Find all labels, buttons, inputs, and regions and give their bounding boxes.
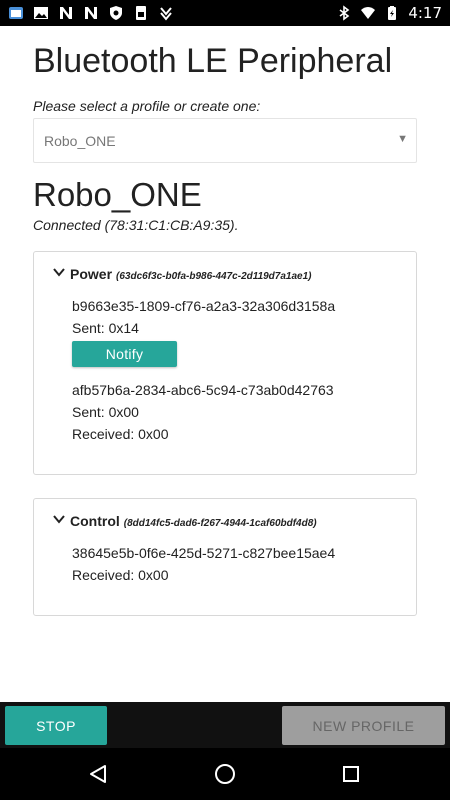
received-value: Received: 0x00 bbox=[72, 567, 169, 583]
status-bar: 4:17 bbox=[0, 0, 450, 26]
characteristic-uuid: afb57b6a-2834-abc6-5c94-c73ab0d42763 bbox=[72, 382, 334, 398]
new-profile-button[interactable]: NEW PROFILE bbox=[282, 706, 445, 745]
service-header-power[interactable]: Power (63dc6f3c-b0fa-b986-447c-2d119d7a1… bbox=[52, 265, 312, 282]
received-value: Received: 0x00 bbox=[72, 426, 169, 442]
clock: 4:17 bbox=[408, 4, 442, 22]
home-icon[interactable] bbox=[213, 762, 237, 786]
service-card-control: Control (8dd14fc5-dad6-f267-4944-1caf60b… bbox=[33, 498, 417, 616]
sent-value: Sent: 0x14 bbox=[72, 320, 139, 336]
service-uuid: (8dd14fc5-dad6-f267-4944-1caf60bdf4d8) bbox=[123, 518, 317, 529]
page-title: Bluetooth LE Peripheral bbox=[33, 42, 393, 80]
service-header-control[interactable]: Control (8dd14fc5-dad6-f267-4944-1caf60b… bbox=[52, 512, 317, 529]
wifi-icon bbox=[360, 5, 376, 21]
sent-value: Sent: 0x00 bbox=[72, 404, 139, 420]
connection-status: Connected (78:31:C1:CB:A9:35). bbox=[33, 217, 239, 233]
bluetooth-icon bbox=[336, 5, 352, 21]
characteristic: b9663e35-1809-cf76-a2a3-32a306d3158a Sen… bbox=[72, 295, 335, 367]
profile-dropdown[interactable]: Robo_ONE ▼ bbox=[33, 118, 417, 163]
characteristic: afb57b6a-2834-abc6-5c94-c73ab0d42763 Sen… bbox=[72, 379, 334, 445]
chevron-down-icon bbox=[52, 265, 66, 279]
chevron-down-icon bbox=[52, 512, 66, 526]
characteristic-uuid: b9663e35-1809-cf76-a2a3-32a306d3158a bbox=[72, 298, 336, 314]
service-name: Control bbox=[70, 513, 120, 529]
action-bar: STOP NEW PROFILE bbox=[0, 702, 450, 748]
device-name: Robo_ONE bbox=[33, 176, 202, 213]
n-icon bbox=[83, 5, 99, 21]
image-icon bbox=[33, 5, 49, 21]
navigation-bar bbox=[0, 748, 450, 800]
service-name: Power bbox=[70, 266, 113, 282]
n-icon bbox=[58, 5, 74, 21]
battery-icon bbox=[384, 5, 400, 21]
download-icon bbox=[158, 5, 174, 21]
notify-button[interactable]: Notify bbox=[72, 341, 177, 367]
shield-icon bbox=[108, 5, 124, 21]
back-icon[interactable] bbox=[86, 762, 110, 786]
recents-icon[interactable] bbox=[339, 762, 363, 786]
characteristic: 38645e5b-0f6e-425d-5271-c827bee15ae4 Rec… bbox=[72, 542, 335, 586]
app-notification-icon bbox=[8, 5, 24, 21]
dropdown-arrow-icon: ▼ bbox=[397, 133, 408, 145]
sim-icon bbox=[133, 5, 149, 21]
stop-button[interactable]: STOP bbox=[5, 706, 107, 745]
service-card-power: Power (63dc6f3c-b0fa-b986-447c-2d119d7a1… bbox=[33, 251, 417, 475]
profile-select-prompt: Please select a profile or create one: bbox=[33, 98, 261, 114]
service-uuid: (63dc6f3c-b0fa-b986-447c-2d119d7a1ae1) bbox=[116, 271, 312, 282]
profile-dropdown-value: Robo_ONE bbox=[44, 132, 116, 149]
characteristic-uuid: 38645e5b-0f6e-425d-5271-c827bee15ae4 bbox=[72, 545, 336, 561]
main-content: Bluetooth LE Peripheral Please select a … bbox=[0, 26, 450, 702]
